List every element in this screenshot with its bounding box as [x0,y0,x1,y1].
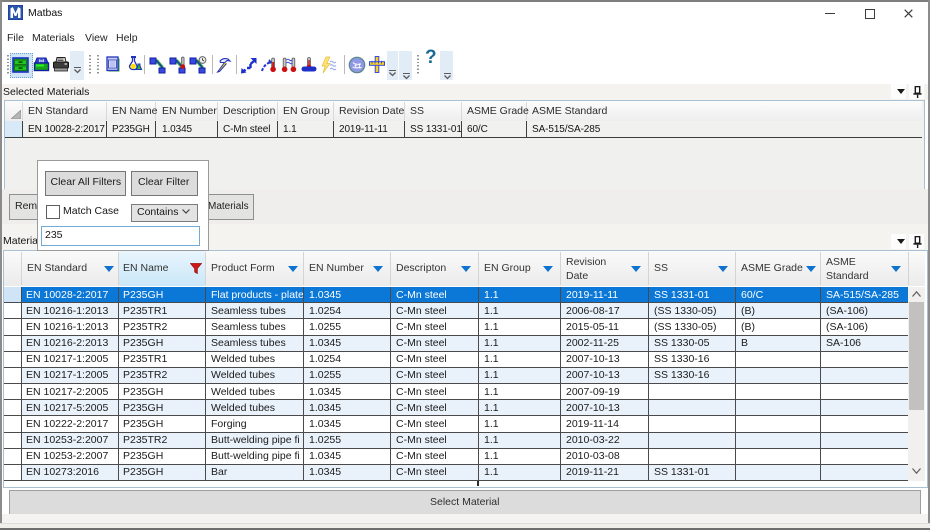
svg-text:+1: +1 [354,63,362,70]
